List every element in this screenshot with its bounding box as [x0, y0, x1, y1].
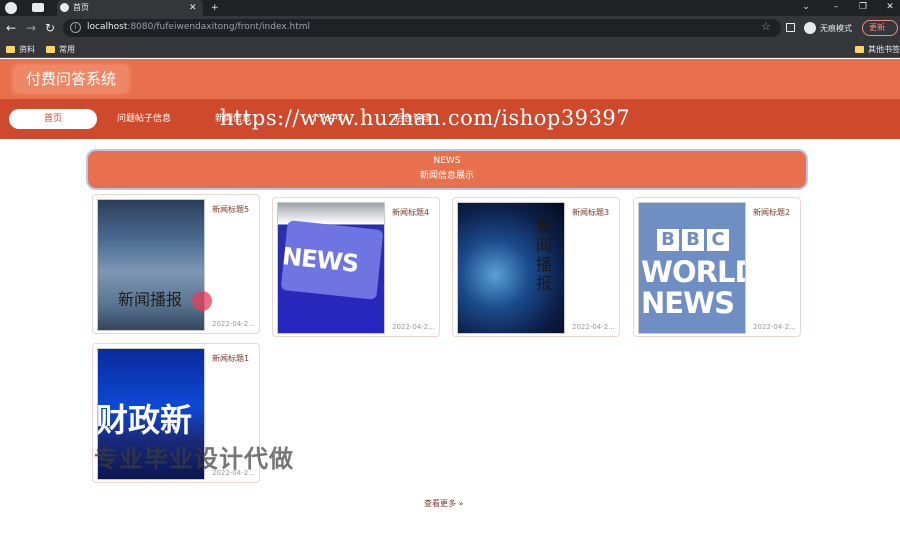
update-button[interactable]: 更新 [862, 20, 898, 36]
news-title[interactable]: 新闻标题3 [572, 207, 609, 218]
bbc-logo: BBC [657, 229, 732, 251]
image-caption: WORLD NEWS [641, 255, 746, 320]
nav-item-questions[interactable]: 问题帖子信息 [108, 109, 180, 129]
overlay-watermark: 专业毕业设计代做 [94, 445, 294, 473]
back-icon[interactable]: ← [6, 21, 16, 35]
page: 付费问答系统 首页 问题帖子信息 新闻信息 个人中心 后台管理 https://… [0, 59, 900, 536]
reload-icon[interactable]: ↻ [45, 21, 55, 35]
globe-icon [60, 3, 69, 12]
news-card[interactable]: 新闻播报 新闻标题3 2022-04-2... [452, 197, 620, 337]
news-title[interactable]: 新闻标题2 [753, 207, 790, 218]
side-panel-icon[interactable] [786, 23, 795, 32]
close-window-icon[interactable]: ✕ [880, 0, 900, 14]
news-card[interactable]: BBC WORLD NEWS 新闻标题2 2022-04-2... [633, 197, 801, 337]
cursor-highlight [192, 291, 212, 311]
news-image[interactable]: 新闻播报 [457, 202, 565, 334]
url-text[interactable]: localhost:8080/fufeiwendaxitong/front/in… [87, 22, 310, 32]
info-icon[interactable]: i [70, 22, 81, 33]
watermark-url: https://www.huzhan.com/ishop39397 [220, 106, 631, 130]
news-title[interactable]: 新闻标题5 [212, 204, 249, 215]
site-logo[interactable]: 付费问答系统 [14, 66, 129, 92]
new-tab-icon[interactable]: + [211, 0, 219, 16]
image-caption: 财政新 [97, 401, 193, 439]
news-title-en: NEWS [433, 156, 461, 166]
folder-icon [6, 46, 15, 53]
news-title[interactable]: 新闻标题1 [212, 353, 249, 364]
news-title[interactable]: 新闻标题4 [392, 207, 429, 218]
tab-search-icon[interactable] [32, 3, 44, 12]
incognito-icon [804, 22, 816, 34]
news-date: 2022-04-2... [392, 323, 435, 331]
bookmark-folder[interactable]: 资料 [6, 44, 35, 55]
news-date: 2022-04-2... [753, 323, 796, 331]
restore-icon[interactable]: ❐ [853, 0, 873, 14]
news-section-header: NEWS 新闻信息展示 [86, 149, 808, 190]
site-header: 付费问答系统 [0, 59, 900, 99]
other-bookmarks[interactable]: 其他书签 [855, 44, 900, 55]
browser-menu-icon[interactable] [5, 2, 17, 14]
image-caption: 新闻播报 [118, 290, 183, 309]
news-card[interactable]: NEWS 新闻标题4 2022-04-2... [272, 197, 440, 337]
minimize-icon[interactable]: – [826, 0, 846, 14]
news-date: 2022-04-2... [212, 320, 255, 328]
address-bar[interactable]: i localhost:8080/fufeiwendaxitong/front/… [63, 19, 781, 37]
view-more-link[interactable]: 查看更多 » [424, 498, 463, 509]
tab-home[interactable]: 首页 ✕ [57, 0, 203, 16]
news-date: 2022-04-2... [572, 323, 615, 331]
news-image[interactable]: NEWS [277, 202, 385, 334]
news-card[interactable]: 新闻播报 新闻标题5 2022-04-2... [92, 194, 260, 334]
bookmarks-bar: 资料 常用 其他书签 [0, 40, 900, 58]
bookmark-folder[interactable]: 常用 [46, 44, 75, 55]
browser-toolbar: ← → ↻ i localhost:8080/fufeiwendaxitong/… [0, 16, 900, 40]
news-title-cn: 新闻信息展示 [419, 171, 474, 181]
browser-tabstrip: 首页 ✕ + ⌄ – ❐ ✕ [0, 0, 900, 16]
close-tab-icon[interactable]: ✕ [189, 0, 197, 16]
incognito-label: 无痕模式 [820, 24, 852, 33]
nav-item-home[interactable]: 首页 [9, 109, 97, 129]
folder-icon [46, 46, 55, 53]
forward-icon[interactable]: → [26, 21, 36, 35]
tab-title: 首页 [73, 3, 89, 12]
chevron-down-icon[interactable]: ⌄ [796, 0, 816, 14]
folder-icon [855, 46, 864, 53]
bookmark-star-icon[interactable]: ☆ [761, 20, 771, 33]
image-caption: 新闻播报 [536, 217, 553, 293]
news-image[interactable]: BBC WORLD NEWS [638, 202, 746, 334]
news-image[interactable]: 新闻播报 [97, 199, 205, 331]
